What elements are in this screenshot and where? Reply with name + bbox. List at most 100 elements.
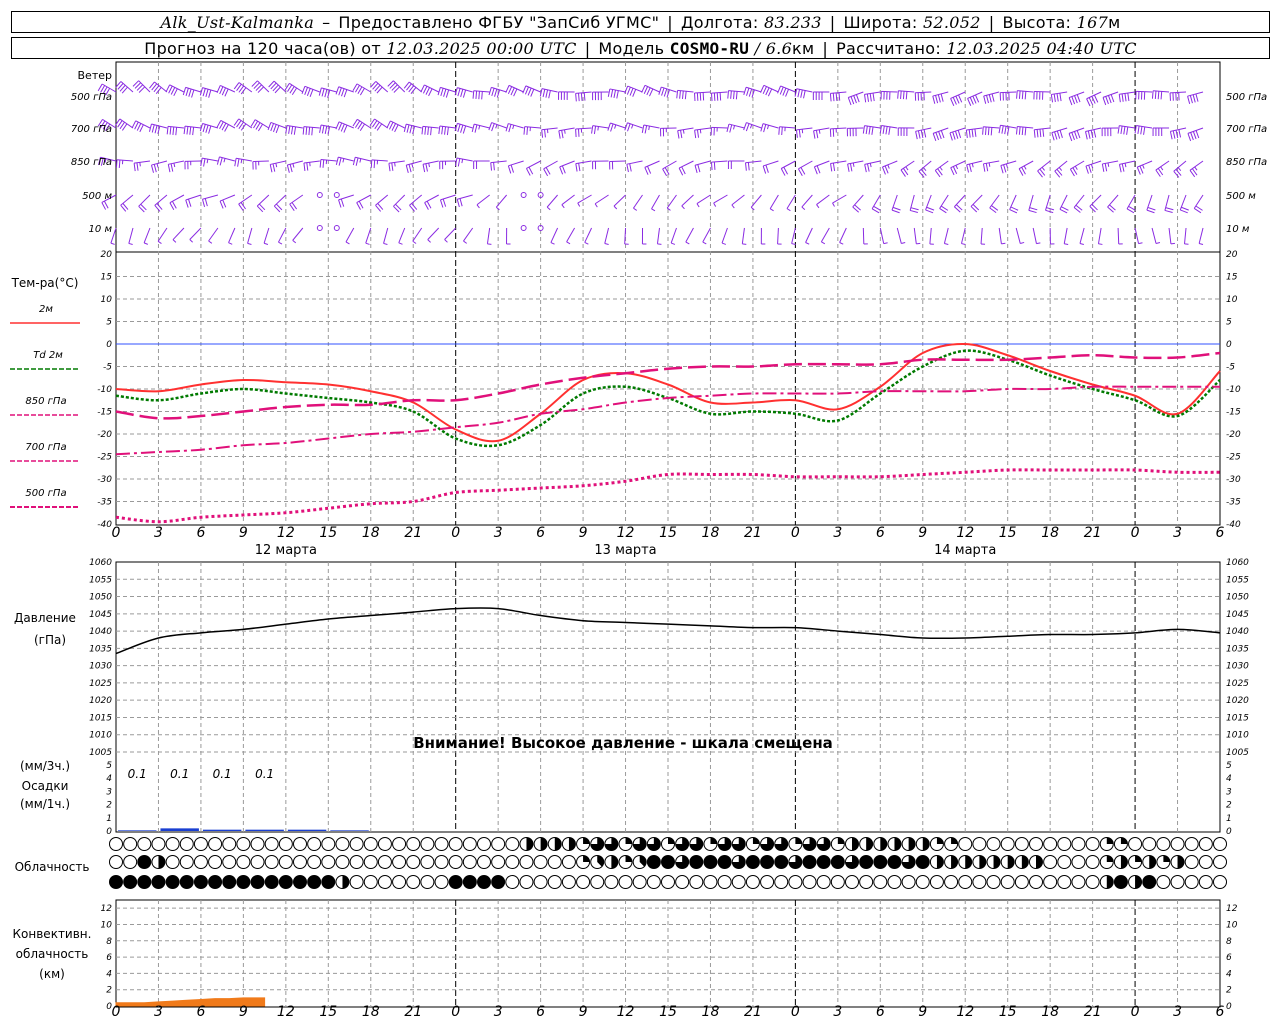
- hour-tick-label: 12: [956, 1004, 974, 1020]
- wind-barb-feather: [1127, 92, 1130, 102]
- wind-barb-feather: [955, 165, 959, 170]
- wind-barb-feather: [855, 94, 860, 103]
- cloud-octa-symbol: [887, 875, 902, 889]
- wind-barb-feather: [1010, 206, 1019, 211]
- cloud-octa-symbol: [123, 855, 138, 869]
- conv-tick-left: 6: [106, 953, 112, 963]
- wind-barb-feather: [682, 129, 685, 134]
- cloud-octa-symbol: [123, 837, 138, 851]
- cloud-octa-fill: [1135, 855, 1142, 862]
- precip-tick-right: 4: [1226, 774, 1232, 784]
- wind-barb-feather: [988, 162, 991, 167]
- wind-barb-feather: [624, 85, 629, 94]
- wind-barb-feather: [491, 88, 495, 97]
- wind-barb-shaft: [609, 160, 626, 163]
- wind-barb-feather: [998, 125, 1001, 134]
- pressure-tick-right: 1060: [1226, 558, 1249, 568]
- conv-tick-left: 10: [101, 920, 113, 930]
- hour-tick-label: 0: [791, 1004, 800, 1020]
- cloud-octa-fill: [746, 855, 760, 869]
- wind-barb-feather: [1104, 163, 1108, 172]
- wind-barb-feather: [746, 87, 750, 96]
- wind-barb-shaft: [1085, 160, 1102, 167]
- cloud-octa-symbol: [745, 875, 760, 889]
- hour-tick-label: 21: [744, 1004, 762, 1020]
- wind-barb-shaft: [406, 160, 422, 166]
- wind-barb-feather: [865, 126, 868, 135]
- cloud-octa-symbol: [1085, 855, 1100, 869]
- wind-barb-feather: [1164, 209, 1173, 214]
- wind-barb-feather: [647, 166, 652, 174]
- wind-barb-feather: [888, 126, 891, 135]
- cloud-octa-fill: [817, 855, 831, 869]
- wind-barb-shaft: [120, 81, 134, 93]
- wind-barb-feather: [882, 125, 885, 134]
- cloud-octa-symbol: [321, 855, 336, 869]
- wind-barb-feather: [866, 93, 870, 102]
- wind-barb-feather: [965, 129, 968, 138]
- wind-barb-feather: [493, 162, 495, 171]
- wind-barb-feather: [311, 127, 313, 136]
- wind-barb-shaft: [463, 227, 474, 242]
- wind-barb-feather: [1064, 243, 1069, 245]
- hour-tick-label: 0: [1131, 525, 1140, 541]
- wind-barb-feather: [969, 97, 974, 105]
- wind-barb-feather: [1137, 125, 1140, 134]
- wind-barb-feather: [445, 89, 450, 98]
- cloud-octa-symbol: [1057, 855, 1072, 869]
- wind-barb-feather: [694, 130, 697, 139]
- wind-barb-feather: [1015, 126, 1018, 135]
- cloud-octa-symbol: [462, 855, 477, 869]
- conv-tick-right: 4: [1226, 969, 1232, 979]
- conv-tick-left: 4: [106, 969, 112, 979]
- hour-tick-label: 12: [277, 525, 295, 541]
- temp-tick-left: -10: [97, 385, 112, 395]
- wind-barb-shaft: [1198, 227, 1204, 244]
- wind-barb-feather: [778, 126, 780, 135]
- wind-barb-shaft: [1085, 127, 1102, 133]
- cloud-octa-symbol: [1057, 837, 1072, 851]
- wind-barb-feather: [939, 166, 943, 171]
- wind-barb-feather: [1118, 94, 1121, 103]
- temp-tick-left: 5: [106, 318, 112, 328]
- wind-calm-marker: [520, 225, 527, 231]
- wind-barb-feather: [166, 126, 169, 135]
- wind-barb-shaft: [220, 119, 236, 129]
- hour-tick-label: 3: [154, 525, 163, 541]
- wind-barb-feather: [343, 89, 348, 98]
- cloud-octa-fill: [1120, 855, 1128, 869]
- wind-barb-feather: [340, 123, 345, 132]
- wind-barb-feather: [766, 125, 770, 130]
- cloud-octa-fill: [1007, 855, 1015, 869]
- cloud-octa-symbol: [179, 855, 194, 869]
- hour-tick-label: 15: [999, 525, 1017, 541]
- wind-barb-feather: [584, 242, 589, 245]
- wind-barb-feather: [1199, 243, 1204, 245]
- wind-barb-feather: [721, 242, 726, 245]
- wind-barb-shaft: [169, 194, 185, 204]
- wind-barb-feather: [408, 164, 412, 173]
- pressure-tick-left: 1020: [89, 696, 112, 706]
- wind-barb-shaft: [541, 127, 558, 131]
- wind-barb-shaft: [584, 227, 593, 243]
- cloud-octa-symbol: [193, 837, 208, 851]
- wind-barb-shaft: [365, 227, 372, 244]
- wind-barb-feather: [422, 164, 426, 173]
- wind-barb-shaft: [1018, 160, 1034, 170]
- wind-barb-feather: [189, 126, 192, 135]
- wind-barb-feather: [202, 88, 206, 97]
- wind-barb-feather: [629, 88, 634, 96]
- wind-calm-marker: [333, 192, 340, 198]
- wind-barb-feather: [1085, 165, 1089, 174]
- cloud-octa-symbol: [533, 855, 548, 869]
- wind-barb-feather: [1041, 167, 1045, 171]
- wind-barb-feather: [222, 199, 227, 208]
- wind-barb-feather: [157, 240, 162, 244]
- wind-barb-feather: [938, 131, 942, 140]
- pressure-tick-left: 1050: [89, 593, 112, 603]
- cloud-octa-fill: [887, 855, 901, 869]
- wind-barb-feather: [1189, 95, 1193, 104]
- wind-barb-shaft: [1000, 91, 1017, 94]
- cloud-octa-symbol: [1213, 875, 1227, 889]
- hour-tick-label: 0: [112, 525, 121, 541]
